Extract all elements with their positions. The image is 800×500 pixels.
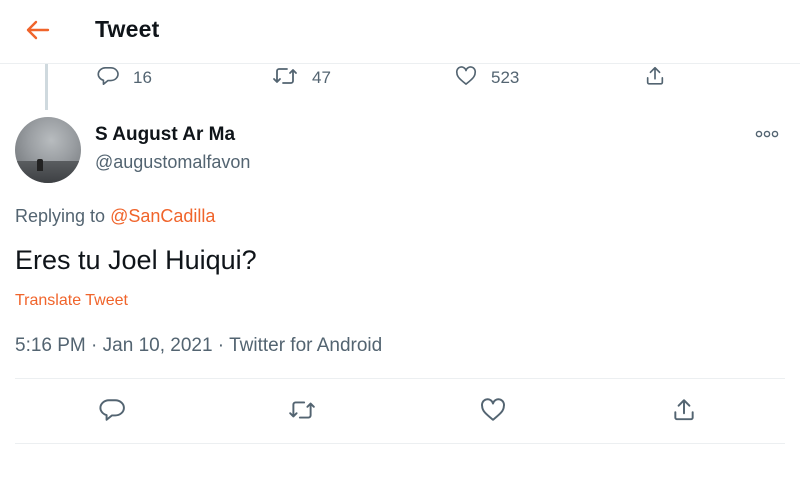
retweet-icon [288,399,316,426]
meta-separator: · [85,335,103,356]
previous-retweet-button[interactable]: 47 [272,67,331,89]
author-display-name[interactable]: S August Ar Ma [95,124,235,146]
avatar-ground [15,161,81,183]
share-button[interactable] [668,398,700,426]
author-handle[interactable]: @augustomalfavon [95,152,250,173]
more-icon [755,125,779,143]
page-title: Tweet [95,16,160,42]
share-icon [671,397,697,428]
translate-tweet-link[interactable]: Translate Tweet [15,292,128,310]
retweet-count: 47 [312,68,331,87]
like-count: 523 [491,68,520,87]
reply-button[interactable] [96,398,128,426]
tweet-source[interactable]: Twitter for Android [229,335,382,356]
replying-to-line: Replying to @SanCadilla [15,206,215,227]
tweet-time[interactable]: 5:16 PM [15,335,86,356]
heart-icon [455,65,491,91]
arrow-left-icon [24,19,50,46]
avatar[interactable] [15,117,81,183]
more-options-button[interactable] [752,124,782,144]
avatar-figure [37,159,43,171]
share-icon [644,65,680,92]
retweet-icon [272,66,312,91]
divider [15,443,785,444]
reply-icon [97,66,133,91]
reply-count: 16 [133,68,152,87]
like-button[interactable] [477,397,509,427]
meta-separator: · [212,335,230,356]
divider [15,378,785,379]
back-button[interactable] [20,16,54,48]
previous-tweet-actions: 16 47 523 [0,64,800,90]
previous-like-button[interactable]: 523 [455,65,520,91]
header-bar: Tweet [0,0,800,64]
tweet-meta: 5:16 PM · Jan 10, 2021 · Twitter for And… [15,335,382,357]
previous-reply-button[interactable]: 16 [97,66,152,91]
replying-prefix: Replying to [15,206,111,226]
reply-icon [99,398,125,427]
previous-share-button[interactable] [644,65,680,92]
replying-to-mention[interactable]: @SanCadilla [110,206,215,226]
tweet-text: Eres tu Joel Huiqui? [15,245,257,275]
retweet-button[interactable] [286,398,318,426]
tweet-date[interactable]: Jan 10, 2021 [103,335,213,356]
heart-icon [480,397,506,427]
